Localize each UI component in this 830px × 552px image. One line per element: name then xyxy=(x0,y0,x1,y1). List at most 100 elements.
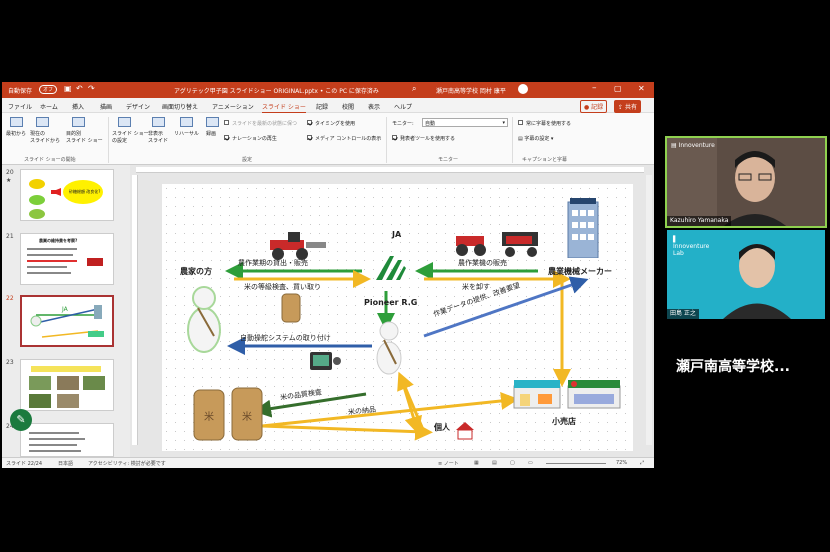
close-icon[interactable]: ✕ xyxy=(638,84,645,93)
presenter-view-checkbox[interactable] xyxy=(392,135,397,140)
rice-bags-icon: 米米 xyxy=(193,387,263,441)
powerpoint-window: 自動保存 オフ ▣ ↶ ↷ アグリテック甲子園 スライドショー ORIGINAL… xyxy=(2,82,654,468)
notes-button[interactable]: ≡ ノート xyxy=(438,460,459,467)
ribbon: 最初から 現在の スライドから 目的別 スライド ショー スライド ショー の設… xyxy=(2,113,654,165)
keep-updated-checkbox[interactable] xyxy=(224,120,229,125)
setup-icon[interactable] xyxy=(118,117,131,127)
autosave-label: 自動保存 xyxy=(8,88,33,95)
sorter-view-icon[interactable]: ▤ xyxy=(492,460,497,466)
from-current-icon[interactable] xyxy=(36,117,49,127)
ja-logo-icon xyxy=(376,256,406,280)
slide-canvas: 米米 農作業期の貸出・販売 米の等級検査、買い取り 農作業機の販売 米を卸す 自… xyxy=(162,184,633,451)
node-individual: 個人 xyxy=(434,423,450,432)
maximize-icon[interactable]: ▢ xyxy=(614,84,622,93)
monitor-select[interactable]: 自動 ▾ xyxy=(422,118,508,127)
tab-draw[interactable]: 描画 xyxy=(100,102,112,111)
thumbnail-image xyxy=(29,432,85,452)
from-start-button[interactable]: 最初から xyxy=(6,130,26,137)
thumbnail-slide-21[interactable]: 農業の維持費を考察? xyxy=(20,233,114,285)
thumbnail-slide-20[interactable]: 砂糖総額 改良化? xyxy=(20,169,114,221)
supermarket-icon xyxy=(513,380,621,409)
thumbnail-slide-23[interactable] xyxy=(20,359,114,411)
node-ja: JA xyxy=(392,230,402,239)
tab-insert[interactable]: 挿入 xyxy=(72,102,84,111)
hide-slide-icon[interactable] xyxy=(152,117,165,127)
record-button[interactable]: ● 記録 xyxy=(580,100,608,113)
pen-icon[interactable]: ✎ xyxy=(10,409,32,431)
media-controls-checkbox[interactable] xyxy=(307,135,312,140)
tab-review[interactable]: 校閲 xyxy=(342,102,354,111)
timing-checkbox[interactable] xyxy=(307,120,312,125)
video-tile-tajima[interactable]: ▌ Innoventure Lab 田島 正之 xyxy=(667,230,825,319)
participant-name: Kazuhiro Yamanaka xyxy=(667,216,732,226)
tab-home[interactable]: ホーム xyxy=(40,102,58,111)
narration-checkbox[interactable] xyxy=(224,135,229,140)
divider xyxy=(512,117,513,163)
from-current-button[interactable]: 現在の スライドから xyxy=(30,130,60,144)
accessibility-status[interactable]: アクセシビリティ: 検討が必要です xyxy=(88,460,166,467)
animation-star-icon: ★ xyxy=(6,177,12,184)
setup-button[interactable]: スライド ショー の設定 xyxy=(112,130,149,144)
org-logo: ▤ Innoventure xyxy=(671,142,715,149)
thumbnail-slide-22-selected[interactable]: JA xyxy=(20,295,114,347)
house-icon xyxy=(456,422,474,440)
zoom-slider[interactable] xyxy=(546,463,606,464)
custom-show-icon[interactable] xyxy=(72,117,85,127)
record-slideshow-button[interactable]: 録画 xyxy=(206,130,216,137)
group-captions-label: キャプションと字幕 xyxy=(522,157,568,163)
media-controls-label: メディア コントロールの表示 xyxy=(315,136,382,142)
search-icon[interactable]: ⌕ xyxy=(412,84,416,94)
minimize-icon[interactable]: – xyxy=(592,83,597,93)
undo-icon[interactable]: ↶ xyxy=(76,84,83,93)
custom-show-button[interactable]: 目的別 スライド ショー xyxy=(66,130,103,144)
video-tile-kazuhiro[interactable]: ▤ Innoventure Kazuhiro Yamanaka xyxy=(665,136,827,228)
account-name[interactable]: 瀬戸南高等学校 岡村 康平 xyxy=(436,86,506,95)
tab-design[interactable]: デザイン xyxy=(126,102,150,111)
slide-counter: スライド 22/24 xyxy=(6,461,42,467)
redo-icon[interactable]: ↷ xyxy=(88,84,95,93)
participant-video xyxy=(667,138,825,226)
horizontal-ruler xyxy=(136,167,644,173)
building-icon xyxy=(567,198,599,258)
zoom-level[interactable]: 72% xyxy=(616,460,627,466)
autosave-toggle[interactable]: オフ xyxy=(39,85,58,94)
avatar[interactable] xyxy=(518,84,528,94)
rehearse-button[interactable]: リハーサル xyxy=(174,130,199,137)
tab-view[interactable]: 表示 xyxy=(368,102,380,111)
timing-label: タイミングを使用 xyxy=(315,121,356,127)
vertical-scrollbar[interactable] xyxy=(646,175,652,445)
subtitle-settings-button[interactable]: ▤ 字幕の設定 ▾ xyxy=(518,135,553,142)
thumbnail-slide-24[interactable] xyxy=(20,423,114,457)
thumb-title: 農業の維持費を考察? xyxy=(39,238,78,243)
label-autosteer: 自動操舵システムの取り付け xyxy=(240,334,331,342)
share-button[interactable]: ⇪ 共有 xyxy=(614,100,641,113)
tab-record[interactable]: 記録 xyxy=(316,102,328,111)
save-icon[interactable]: ▣ xyxy=(64,84,72,93)
gps-device-icon xyxy=(310,352,341,370)
tab-animations[interactable]: アニメーション xyxy=(212,102,254,111)
narration-label: ナレーションの再生 xyxy=(232,136,277,142)
svg-text:JA: JA xyxy=(61,306,69,313)
language[interactable]: 日本語 xyxy=(58,460,73,467)
thumbnail-image: JA xyxy=(30,305,104,338)
tab-help[interactable]: ヘルプ xyxy=(394,102,412,111)
monitor-label: モニター: xyxy=(392,121,414,127)
always-subtitles-label: 常に字幕を使用する xyxy=(526,121,572,127)
participant-name-large[interactable]: 瀬戸南高等学校... xyxy=(676,356,790,376)
always-subtitles-checkbox[interactable] xyxy=(518,120,523,125)
tab-file[interactable]: ファイル xyxy=(8,102,32,111)
fit-slide-icon[interactable]: ⤢ xyxy=(640,460,644,466)
svg-text:米: 米 xyxy=(204,410,214,423)
label-inspect-buy: 米の等級検査、買い取り xyxy=(244,283,321,291)
rehearse-icon[interactable] xyxy=(180,117,193,127)
reading-view-icon[interactable]: ▢ xyxy=(510,460,515,466)
slideshow-view-icon[interactable]: ▭ xyxy=(528,460,533,466)
from-start-icon[interactable] xyxy=(10,117,23,127)
group-start-label: スライド ショーの開始 xyxy=(24,157,76,163)
tab-transitions[interactable]: 画面切り替え xyxy=(162,102,198,111)
record-icon[interactable] xyxy=(206,117,219,127)
thumb-number: 21 xyxy=(6,233,14,240)
normal-view-icon[interactable]: ▦ xyxy=(474,460,479,466)
thumb-number: 20 xyxy=(6,169,14,176)
hide-slide-button[interactable]: 非表示 スライド xyxy=(148,130,168,144)
